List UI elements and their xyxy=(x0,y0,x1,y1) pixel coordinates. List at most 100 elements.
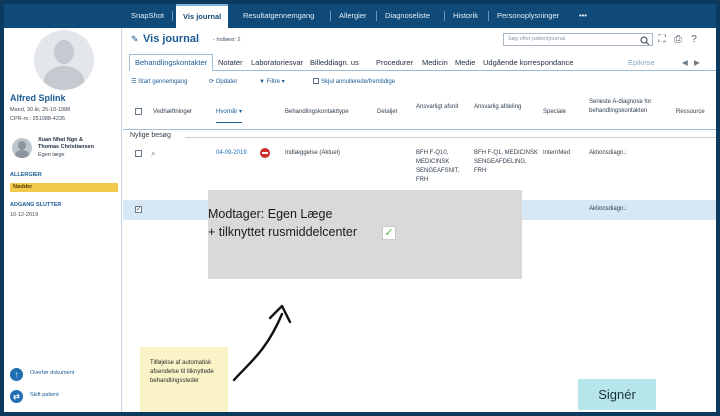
switch-user-icon: ⇄ xyxy=(10,390,23,403)
col-contact-type[interactable]: Behandlingskontakttype xyxy=(285,108,349,117)
allergy-item[interactable]: Nødder xyxy=(10,183,118,192)
nav-resultatgennemgang[interactable]: Resultatgennemgang xyxy=(236,4,321,28)
contact-type: Indlæggelse (Aktuel) xyxy=(285,150,341,156)
nav-divider xyxy=(172,11,173,21)
tab-billeddiagnostik[interactable]: Billeddiagn. us xyxy=(305,54,364,71)
doctor-name-1: Xuan Nhat Ngo & xyxy=(38,137,83,143)
nav-divider xyxy=(376,11,377,21)
expand-icon[interactable]: ⛶ xyxy=(656,34,668,46)
tab-laboratoriesvar[interactable]: Laboratoriesvar xyxy=(246,54,308,71)
transfer-document-label: Overfør dokument xyxy=(30,370,75,376)
print-icon[interactable]: ⎙ xyxy=(672,34,684,46)
tab-notater[interactable]: Notater xyxy=(213,54,248,71)
filter-button[interactable]: ▼ Filtre ▾ xyxy=(259,78,285,85)
nav-historik[interactable]: Historik xyxy=(446,4,485,28)
tab-procedurer[interactable]: Procedurer xyxy=(371,54,418,71)
journal-header: ✎ Vis journal - Indlæst: 2 Søg efter pat… xyxy=(123,28,716,52)
table-row[interactable]: ⌕ 04-09-2019 Indlæggelse (Aktuel) BFH F-… xyxy=(123,146,716,188)
col-latest-diagnosis[interactable]: Seneste A-diagnose for behandlingskontak… xyxy=(589,98,669,116)
row-checkbox[interactable] xyxy=(135,150,142,157)
tab-behandlingskontakter[interactable]: Behandlingskontakter xyxy=(129,54,214,71)
nav-allergier[interactable]: Allergier xyxy=(332,4,374,28)
sticky-note: Tilføjelse af automatisk afsendelse til … xyxy=(140,347,228,412)
doctor-names: Xuan Nhat Ngo & Thomas Christiansen xyxy=(38,137,94,151)
tab-udgaaende-korrespondance[interactable]: Udgående korrespondance xyxy=(478,54,578,71)
page-subtitle: - Indlæst: 2 xyxy=(213,37,241,43)
latest-diagnosis: Aktionsdiagn.: xyxy=(589,206,627,212)
col-specialty[interactable]: Speciale xyxy=(543,108,566,117)
responsible-dept: BFH F-Q1, MEDICINSK SENGEAFDELING, FRH xyxy=(474,150,539,174)
help-icon[interactable]: ? xyxy=(688,34,700,46)
nav-diagnoseliste[interactable]: Diagnoseliste xyxy=(378,4,437,28)
chevron-down-icon: ▾ xyxy=(279,79,285,85)
doctor-role: Egen læge xyxy=(38,152,65,158)
journal-search-input[interactable]: Søg efter patientjournal xyxy=(503,33,653,46)
col-when-label: Hvornår xyxy=(216,109,238,115)
checkbox-box xyxy=(313,78,319,84)
switch-patient-label: Skift patient xyxy=(30,392,59,398)
switch-patient-button[interactable]: ⇄ Skift patient xyxy=(10,389,118,405)
hide-cancelled-checkbox[interactable]: Skjul annullerede/fremtidige xyxy=(313,78,395,85)
allergies-heading: ALLERGIER xyxy=(10,172,42,178)
avatar-head xyxy=(54,40,74,64)
filter-label: Filtre xyxy=(266,79,280,85)
latest-diagnosis: Aktionsdiagn.: xyxy=(589,150,627,156)
col-when[interactable]: Hvornår ▾ xyxy=(216,108,243,123)
avatar-body xyxy=(44,66,84,90)
visit-date[interactable]: 04-09-2019 xyxy=(216,149,247,158)
doctor-name-2: Thomas Christiansen xyxy=(38,144,94,150)
patient-demographics: Mand, 30 år, 25-10-1988 xyxy=(10,107,71,113)
tab-epikrise[interactable]: Epikrise xyxy=(623,54,660,71)
tab-medicin[interactable]: Medicin xyxy=(417,54,453,71)
col-details[interactable]: Detaljer xyxy=(377,108,398,117)
sticky-note-text: Tilføjelse af automatisk afsendelse til … xyxy=(150,360,214,384)
specialty: InternMed xyxy=(543,150,571,156)
col-resource[interactable]: Ressource xyxy=(676,108,705,117)
sign-button[interactable]: Signér xyxy=(578,379,656,410)
upload-icon: ↑ xyxy=(10,368,23,381)
refresh-button[interactable]: ⟳ Opdater xyxy=(209,78,237,85)
select-all-checkbox[interactable] xyxy=(135,108,142,115)
journal-toolbar: ☰ Start gennemgang ⟳ Opdater ▼ Filtre ▾ … xyxy=(129,76,716,90)
group-recent-visits[interactable]: Nylige besøg xyxy=(130,132,171,139)
nav-personoplysninger[interactable]: Personoplysninger xyxy=(490,4,566,28)
refresh-icon: ⟳ xyxy=(209,79,216,85)
patient-cpr: CPR-nr.: 251088-4235 xyxy=(10,116,66,122)
hide-cancelled-label: Skjul annullerede/fremtidige xyxy=(321,79,396,85)
search-icon[interactable] xyxy=(640,33,652,46)
hand-drawn-arrow xyxy=(232,304,292,382)
care-team-card[interactable]: Xuan Nhat Ngo & Thomas Christiansen Egen… xyxy=(10,136,118,166)
tabs-scroll-right-icon[interactable]: ▶ xyxy=(689,54,705,71)
nav-vis-journal[interactable]: Vis journal xyxy=(176,4,229,28)
nav-snapshot[interactable]: SnapShot xyxy=(124,4,171,28)
journal-tabs: Behandlingskontakter Notater Laboratorie… xyxy=(129,54,716,71)
journal-icon: ✎ xyxy=(131,34,139,44)
top-navigation: SnapShot Vis journal Resultatgennemgang … xyxy=(4,4,716,28)
recipient-callout: Modtager: Egen Læge + tilknyttet rusmidd… xyxy=(208,190,522,279)
nav-divider xyxy=(330,11,331,21)
responsible-section: BFH F-Q10, MEDICINSK SENGEAFSNIT, FRH xyxy=(416,150,460,183)
table-header: Vedhæftninger Hvornår ▾ Behandlingskonta… xyxy=(123,94,716,130)
col-responsible-section[interactable]: Ansvarligt afsnit xyxy=(416,103,466,112)
paperclip-icon[interactable]: ⌕ xyxy=(151,149,157,158)
start-review-label: Start gennemgang xyxy=(138,79,188,85)
row-checkbox-checked[interactable]: ✓ xyxy=(135,206,142,213)
refresh-label: Opdater xyxy=(215,79,238,85)
avatar-head xyxy=(18,141,26,150)
col-attachments[interactable]: Vedhæftninger xyxy=(153,108,192,117)
start-review-button[interactable]: ☰ Start gennemgang xyxy=(131,78,187,85)
tab-medie[interactable]: Medie xyxy=(450,54,480,71)
col-responsible-dept[interactable]: Ansvarlig afdeling xyxy=(474,103,524,112)
checkmark-icon: ✓ xyxy=(382,226,396,240)
list-icon: ☰ xyxy=(131,79,139,85)
patient-avatar xyxy=(34,30,94,90)
group-divider xyxy=(185,137,716,138)
nav-divider xyxy=(488,11,489,21)
access-end-date: 10-12-2019 xyxy=(10,212,39,218)
nav-more-menu[interactable]: ••• xyxy=(572,4,594,28)
nav-divider xyxy=(444,11,445,21)
transfer-document-button[interactable]: ↑ Overfør dokument xyxy=(10,367,118,383)
doctor-avatar xyxy=(12,138,32,158)
patient-name: Alfred Splink xyxy=(10,93,66,103)
recipient-extra-line: + tilknyttet rusmiddelcenter xyxy=(208,225,358,239)
